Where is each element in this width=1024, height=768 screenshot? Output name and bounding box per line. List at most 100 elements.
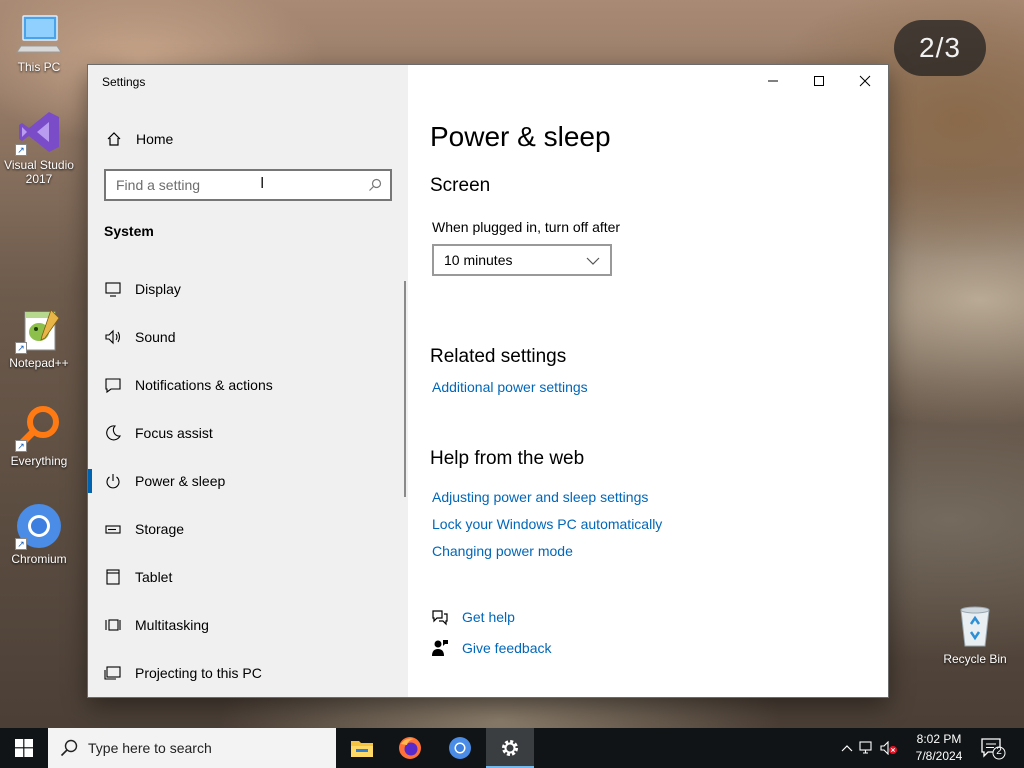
give-feedback-link[interactable]: Give feedback <box>430 639 552 657</box>
desktop-icon-recycle-bin[interactable]: Recycle Bin <box>936 602 1014 666</box>
moon-icon <box>104 424 122 442</box>
nav-item-sound[interactable]: Sound <box>88 313 408 361</box>
recycle-bin-icon <box>951 602 999 650</box>
text-cursor-icon: I <box>260 175 265 192</box>
desktop-icon-notepad-plus-plus[interactable]: ↗ Notepad++ <box>0 306 78 370</box>
minimize-button[interactable] <box>750 65 796 97</box>
nav-item-label: Multitasking <box>135 617 209 633</box>
chromium-icon: ↗ <box>15 502 63 550</box>
get-help-label: Get help <box>462 609 515 625</box>
taskbar-clock[interactable]: 8:02 PM 7/8/2024 <box>904 731 974 765</box>
desktop-icon-label: This PC <box>17 60 61 74</box>
settings-sidebar: Settings Home Find a setting I System Di… <box>88 65 408 697</box>
help-link-adjusting-power[interactable]: Adjusting power and sleep settings <box>432 489 648 505</box>
nav-item-label: Notifications & actions <box>135 377 273 393</box>
screen-heading: Screen <box>430 175 491 196</box>
shortcut-arrow-icon: ↗ <box>15 342 27 354</box>
everything-search-icon: ↗ <box>15 404 63 452</box>
taskbar-firefox[interactable] <box>386 728 434 768</box>
desktop-icon-this-pc[interactable]: This PC <box>0 10 78 74</box>
maximize-icon <box>814 76 824 86</box>
system-nav-list: Display Sound Notifications & actions Fo… <box>88 265 408 697</box>
nav-item-label: Display <box>135 281 181 297</box>
multitasking-icon <box>104 616 122 634</box>
section-title-system: System <box>104 223 154 239</box>
search-icon[interactable] <box>368 178 382 195</box>
slide-counter: 2/3 <box>894 20 986 76</box>
start-button[interactable] <box>0 728 48 768</box>
home-icon <box>104 131 124 147</box>
desktop-icon-label: Everything <box>10 454 68 468</box>
nav-item-notifications[interactable]: Notifications & actions <box>88 361 408 409</box>
folder-icon <box>351 741 373 757</box>
close-button[interactable] <box>842 65 888 97</box>
gear-icon <box>502 740 518 756</box>
nav-item-display[interactable]: Display <box>88 265 408 313</box>
get-help-link[interactable]: Get help <box>430 608 515 626</box>
nav-item-label: Focus assist <box>135 425 213 441</box>
power-icon <box>104 472 122 490</box>
firefox-icon <box>399 737 421 759</box>
help-link-lock-pc[interactable]: Lock your Windows PC automatically <box>432 516 662 532</box>
shortcut-arrow-icon: ↗ <box>15 538 27 550</box>
maximize-button[interactable] <box>796 65 842 97</box>
tablet-icon <box>104 568 122 586</box>
taskbar-search-box[interactable]: Type here to search <box>48 728 336 768</box>
nav-item-focus-assist[interactable]: Focus assist <box>88 409 408 457</box>
taskbar-search-placeholder: Type here to search <box>88 740 212 756</box>
related-settings-heading: Related settings <box>430 346 567 367</box>
help-link-power-mode[interactable]: Changing power mode <box>432 543 573 559</box>
give-feedback-label: Give feedback <box>462 640 552 656</box>
search-icon <box>60 739 78 757</box>
desktop-icon-label: Chromium <box>11 552 67 566</box>
taskbar-chromium[interactable] <box>436 728 484 768</box>
desktop-icon-label: Recycle Bin <box>943 652 1007 666</box>
search-placeholder: Find a setting <box>116 177 201 193</box>
window-title: Settings <box>102 75 146 89</box>
nav-item-projecting[interactable]: Projecting to this PC <box>88 649 408 697</box>
minimize-icon <box>768 80 778 82</box>
volume-muted-icon[interactable] <box>878 741 900 755</box>
desktop-icon-label: Notepad++ <box>9 356 69 370</box>
shortcut-arrow-icon: ↗ <box>15 144 27 156</box>
page-title: Power & sleep <box>430 121 611 152</box>
nav-item-storage[interactable]: Storage <box>88 505 408 553</box>
chevron-down-icon <box>586 254 600 270</box>
network-icon[interactable] <box>856 741 878 755</box>
action-center-button[interactable]: 2 <box>980 736 1006 765</box>
find-setting-input[interactable]: Find a setting I <box>104 169 392 201</box>
window-caption-buttons <box>750 65 888 97</box>
notification-count-badge: 2 <box>996 746 1002 757</box>
projector-icon <box>104 664 122 682</box>
chat-help-icon <box>430 608 450 626</box>
clock-date: 7/8/2024 <box>915 749 963 763</box>
sidebar-scrollbar[interactable] <box>404 281 406 497</box>
chromium-icon <box>449 737 471 759</box>
notepad-plus-plus-icon: ↗ <box>15 306 63 354</box>
taskbar-file-explorer[interactable] <box>338 728 386 768</box>
nav-item-power-sleep[interactable]: Power & sleep <box>88 457 408 505</box>
taskbar-settings[interactable] <box>486 728 534 768</box>
feedback-person-icon <box>430 639 450 657</box>
nav-item-label: Power & sleep <box>135 473 226 489</box>
plugged-in-label: When plugged in, turn off after <box>432 219 621 235</box>
desktop-icon-visual-studio[interactable]: ↗ Visual Studio 2017 <box>0 108 78 186</box>
desktop-icon-chromium[interactable]: ↗ Chromium <box>0 502 78 566</box>
desktop-icon-everything[interactable]: ↗ Everything <box>0 404 78 468</box>
nav-item-label: Storage <box>135 521 185 537</box>
help-from-web-heading: Help from the web <box>430 448 585 469</box>
shortcut-arrow-icon: ↗ <box>15 440 27 452</box>
nav-item-multitasking[interactable]: Multitasking <box>88 601 408 649</box>
notification-icon <box>104 376 122 394</box>
nav-item-label: Sound <box>135 329 176 345</box>
additional-power-settings-link[interactable]: Additional power settings <box>432 379 588 395</box>
nav-item-label: Projecting to this PC <box>135 665 262 681</box>
screen-timeout-dropdown[interactable]: 10 minutes <box>432 244 612 276</box>
desktop-icon-label: Visual Studio 2017 <box>4 158 74 186</box>
system-tray <box>838 728 900 768</box>
nav-item-tablet[interactable]: Tablet <box>88 553 408 601</box>
home-nav-item[interactable]: Home <box>104 127 173 151</box>
show-hidden-icons-chevron-up-icon[interactable] <box>838 744 856 752</box>
settings-window: Settings Home Find a setting I System Di… <box>88 65 888 697</box>
windows-logo-icon <box>15 739 33 757</box>
